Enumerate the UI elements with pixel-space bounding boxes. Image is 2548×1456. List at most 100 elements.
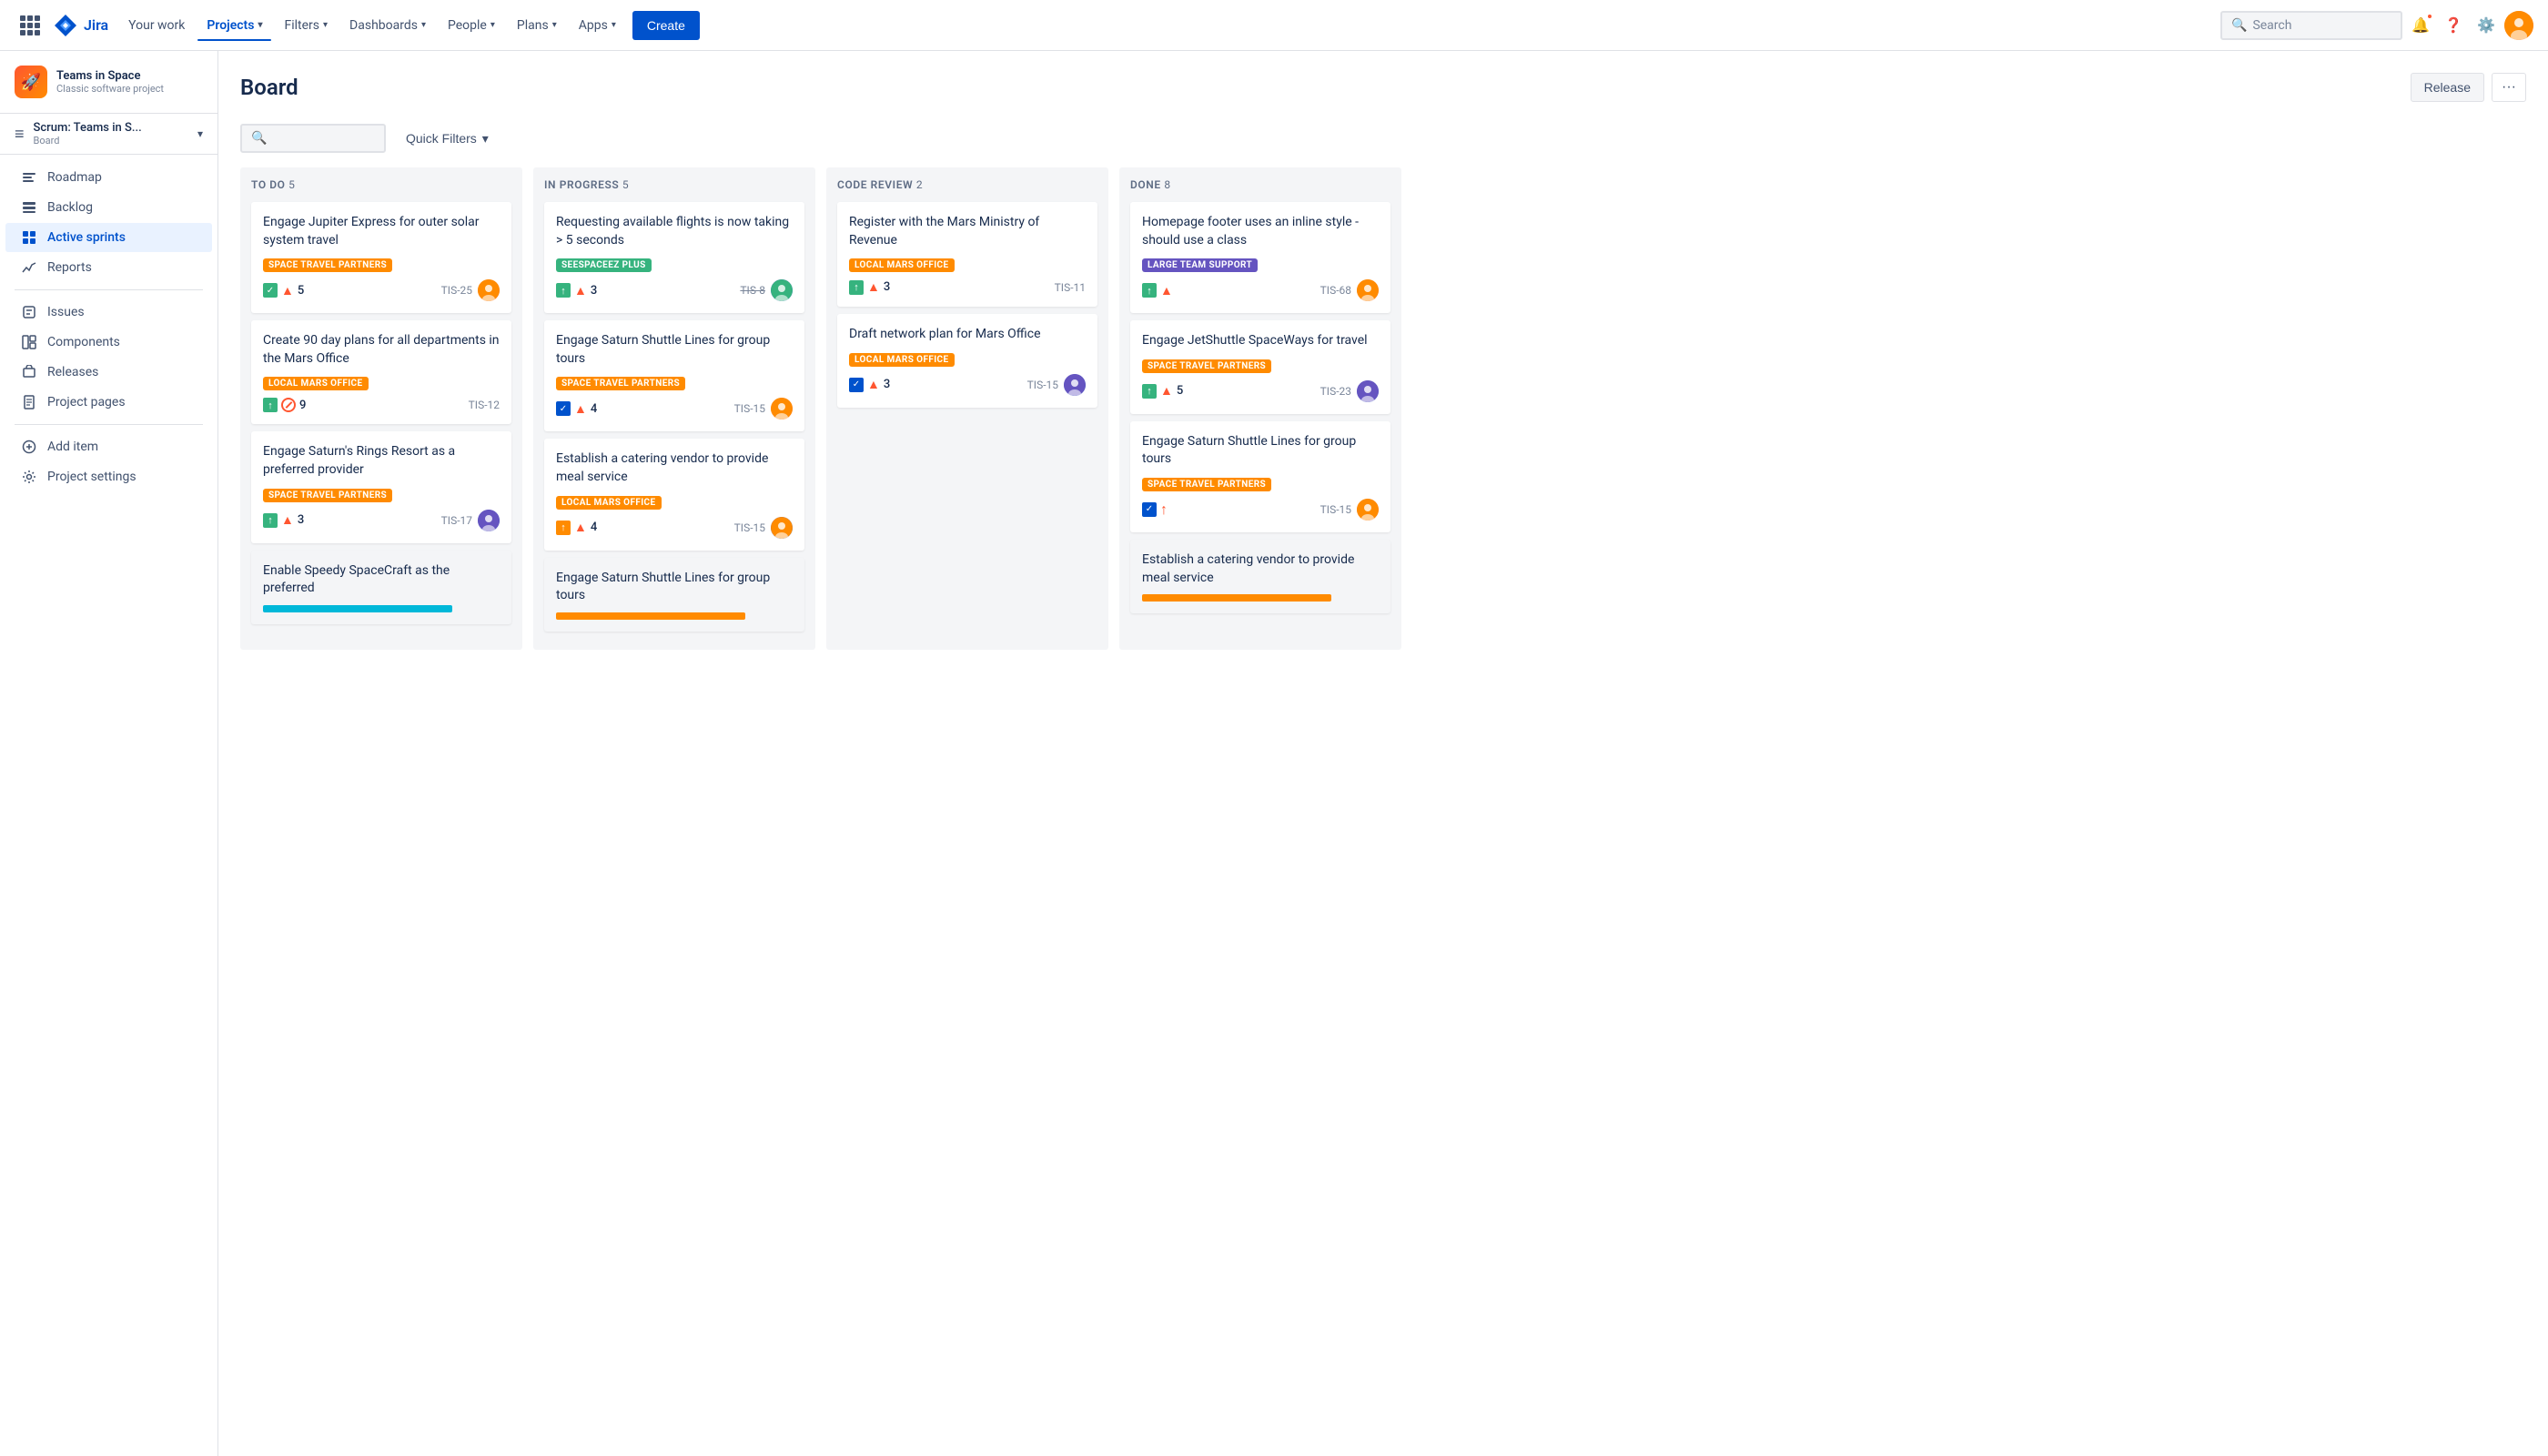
sidebar-item-backlog[interactable]: Backlog bbox=[5, 193, 212, 222]
card-label: LOCAL MARS OFFICE bbox=[849, 353, 955, 367]
top-nav: Jira Your work Projects ▾ Filters ▾ Dash… bbox=[0, 0, 2548, 51]
user-avatar[interactable] bbox=[2504, 11, 2533, 40]
sidebar: 🚀 Teams in Space Classic software projec… bbox=[0, 51, 218, 1456]
project-pages-icon bbox=[20, 395, 38, 410]
card-codereview-tis15[interactable]: Draft network plan for Mars Office LOCAL… bbox=[837, 314, 1097, 408]
story-type-icon: ↑ bbox=[849, 280, 864, 295]
card-todo-partial[interactable]: Enable Speedy SpaceCraft as the preferre… bbox=[251, 551, 511, 624]
create-button[interactable]: Create bbox=[632, 11, 700, 40]
board-header-actions: Release ··· bbox=[2411, 73, 2526, 102]
card-done-partial[interactable]: Establish a catering vendor to provide m… bbox=[1130, 540, 1390, 613]
release-button[interactable]: Release bbox=[2411, 73, 2484, 102]
card-title: Enable Speedy SpaceCraft as the preferre… bbox=[263, 562, 500, 598]
column-done-header: DONE 8 bbox=[1130, 178, 1390, 191]
nav-projects[interactable]: Projects ▾ bbox=[197, 11, 271, 40]
card-label: SPACE TRAVEL PARTNERS bbox=[1142, 359, 1271, 373]
backlog-label: Backlog bbox=[47, 200, 93, 215]
project-pages-label: Project pages bbox=[47, 395, 126, 410]
story-type-icon: ✓ bbox=[1142, 502, 1157, 517]
card-footer: ✓ ▲ 5 TIS-25 bbox=[263, 279, 500, 301]
card-title: Draft network plan for Mars Office bbox=[849, 326, 1086, 344]
priority-high-icon: ▲ bbox=[1160, 283, 1173, 298]
sidebar-item-project-pages[interactable]: Project pages bbox=[5, 388, 212, 417]
card-tis-23[interactable]: Engage JetShuttle SpaceWays for travel S… bbox=[1130, 320, 1390, 414]
card-footer: ↑ ▲ 5 TIS-23 bbox=[1142, 380, 1379, 402]
story-points: 4 bbox=[591, 521, 597, 534]
card-icons: ✓ ▲ 4 bbox=[556, 401, 729, 417]
priority-high-icon: ▲ bbox=[574, 520, 587, 535]
card-avatar bbox=[771, 517, 793, 539]
search-box[interactable]: 🔍 Search bbox=[2220, 11, 2402, 40]
sidebar-item-issues[interactable]: Issues bbox=[5, 298, 212, 327]
column-inprogress: IN PROGRESS 5 Requesting available fligh… bbox=[533, 167, 815, 650]
card-title: Engage Saturn Shuttle Lines for group to… bbox=[1142, 433, 1379, 469]
roadmap-label: Roadmap bbox=[47, 170, 102, 185]
card-inprogress-tis15a[interactable]: Engage Saturn Shuttle Lines for group to… bbox=[544, 320, 804, 431]
story-points: 3 bbox=[884, 378, 890, 391]
priority-arrow-icon: ↑ bbox=[1160, 500, 1168, 519]
card-title: Engage Saturn's Rings Resort as a prefer… bbox=[263, 443, 500, 479]
app-switcher-icon[interactable] bbox=[15, 10, 46, 41]
reports-label: Reports bbox=[47, 260, 92, 275]
card-tis-68[interactable]: Homepage footer uses an inline style - s… bbox=[1130, 202, 1390, 313]
more-options-button[interactable]: ··· bbox=[2492, 73, 2526, 102]
sidebar-item-active-sprints[interactable]: Active sprints bbox=[5, 223, 212, 252]
card-icons: ↑ 9 bbox=[263, 398, 463, 412]
card-tis-12[interactable]: Create 90 day plans for all departments … bbox=[251, 320, 511, 424]
project-settings-icon bbox=[20, 470, 38, 484]
jira-logo[interactable]: Jira bbox=[53, 13, 108, 38]
card-label-partial bbox=[263, 605, 452, 612]
card-inprogress-partial[interactable]: Engage Saturn Shuttle Lines for group to… bbox=[544, 558, 804, 632]
nav-filters[interactable]: Filters ▾ bbox=[275, 11, 337, 40]
card-id: TIS-17 bbox=[441, 514, 472, 527]
story-type-icon: ✓ bbox=[556, 401, 571, 416]
components-label: Components bbox=[47, 335, 120, 349]
quick-filters-button[interactable]: Quick Filters ▾ bbox=[397, 126, 498, 152]
project-avatar: 🚀 bbox=[15, 66, 47, 98]
card-tis-25[interactable]: Engage Jupiter Express for outer solar s… bbox=[251, 202, 511, 313]
board-search-icon: 🔍 bbox=[251, 131, 267, 146]
card-title: Engage Jupiter Express for outer solar s… bbox=[263, 214, 500, 249]
card-tis-17[interactable]: Engage Saturn's Rings Resort as a prefer… bbox=[251, 431, 511, 542]
card-inprogress-tis15b[interactable]: Establish a catering vendor to provide m… bbox=[544, 439, 804, 550]
card-label: SPACE TRAVEL PARTNERS bbox=[263, 489, 392, 502]
blocked-icon bbox=[281, 398, 296, 412]
settings-button[interactable]: ⚙️ bbox=[2472, 11, 2501, 40]
board-search-input[interactable]: 🔍 bbox=[240, 124, 386, 153]
nav-plans[interactable]: Plans ▾ bbox=[508, 11, 566, 40]
card-avatar bbox=[478, 279, 500, 301]
projects-chevron-icon: ▾ bbox=[258, 20, 262, 30]
filters-chevron-icon: ▾ bbox=[323, 20, 328, 30]
board-header: Board Release ··· bbox=[218, 51, 2548, 116]
sidebar-item-project-settings[interactable]: Project settings bbox=[5, 462, 212, 491]
card-id: TIS-8 bbox=[740, 284, 765, 297]
card-footer: ✓ ▲ 4 TIS-15 bbox=[556, 398, 793, 420]
notification-dot bbox=[2426, 13, 2433, 20]
card-avatar bbox=[1064, 374, 1086, 396]
sidebar-item-roadmap[interactable]: Roadmap bbox=[5, 163, 212, 192]
sidebar-item-add-item[interactable]: Add item bbox=[5, 432, 212, 461]
main-content: Board Release ··· 🔍 Quick Filters ▾ TO D… bbox=[218, 51, 2548, 1456]
card-title: Establish a catering vendor to provide m… bbox=[1142, 551, 1379, 587]
nav-people[interactable]: People ▾ bbox=[439, 11, 504, 40]
card-tis-11[interactable]: Register with the Mars Ministry of Reven… bbox=[837, 202, 1097, 307]
search-icon: 🔍 bbox=[2231, 18, 2247, 33]
help-button[interactable]: ❓ bbox=[2439, 11, 2468, 40]
card-id: TIS-12 bbox=[469, 399, 500, 411]
sidebar-divider-2 bbox=[15, 424, 203, 425]
card-id: TIS-25 bbox=[441, 284, 472, 297]
scrum-section[interactable]: ≡ Scrum: Teams in S... Board ▾ bbox=[0, 114, 217, 155]
sidebar-item-releases[interactable]: Releases bbox=[5, 358, 212, 387]
card-tis-8[interactable]: Requesting available flights is now taki… bbox=[544, 202, 804, 313]
notifications-wrapper: 🔔 bbox=[2406, 11, 2435, 40]
add-item-label: Add item bbox=[47, 440, 98, 454]
card-label: LOCAL MARS OFFICE bbox=[849, 258, 955, 272]
sidebar-item-reports[interactable]: Reports bbox=[5, 253, 212, 282]
nav-apps[interactable]: Apps ▾ bbox=[570, 11, 625, 40]
card-id: TIS-15 bbox=[1027, 379, 1058, 391]
card-done-tis15[interactable]: Engage Saturn Shuttle Lines for group to… bbox=[1130, 421, 1390, 532]
nav-your-work[interactable]: Your work bbox=[119, 11, 194, 40]
nav-dashboards[interactable]: Dashboards ▾ bbox=[340, 11, 435, 40]
sidebar-item-components[interactable]: Components bbox=[5, 328, 212, 357]
card-icons: ↑ ▲ 3 bbox=[556, 283, 734, 298]
